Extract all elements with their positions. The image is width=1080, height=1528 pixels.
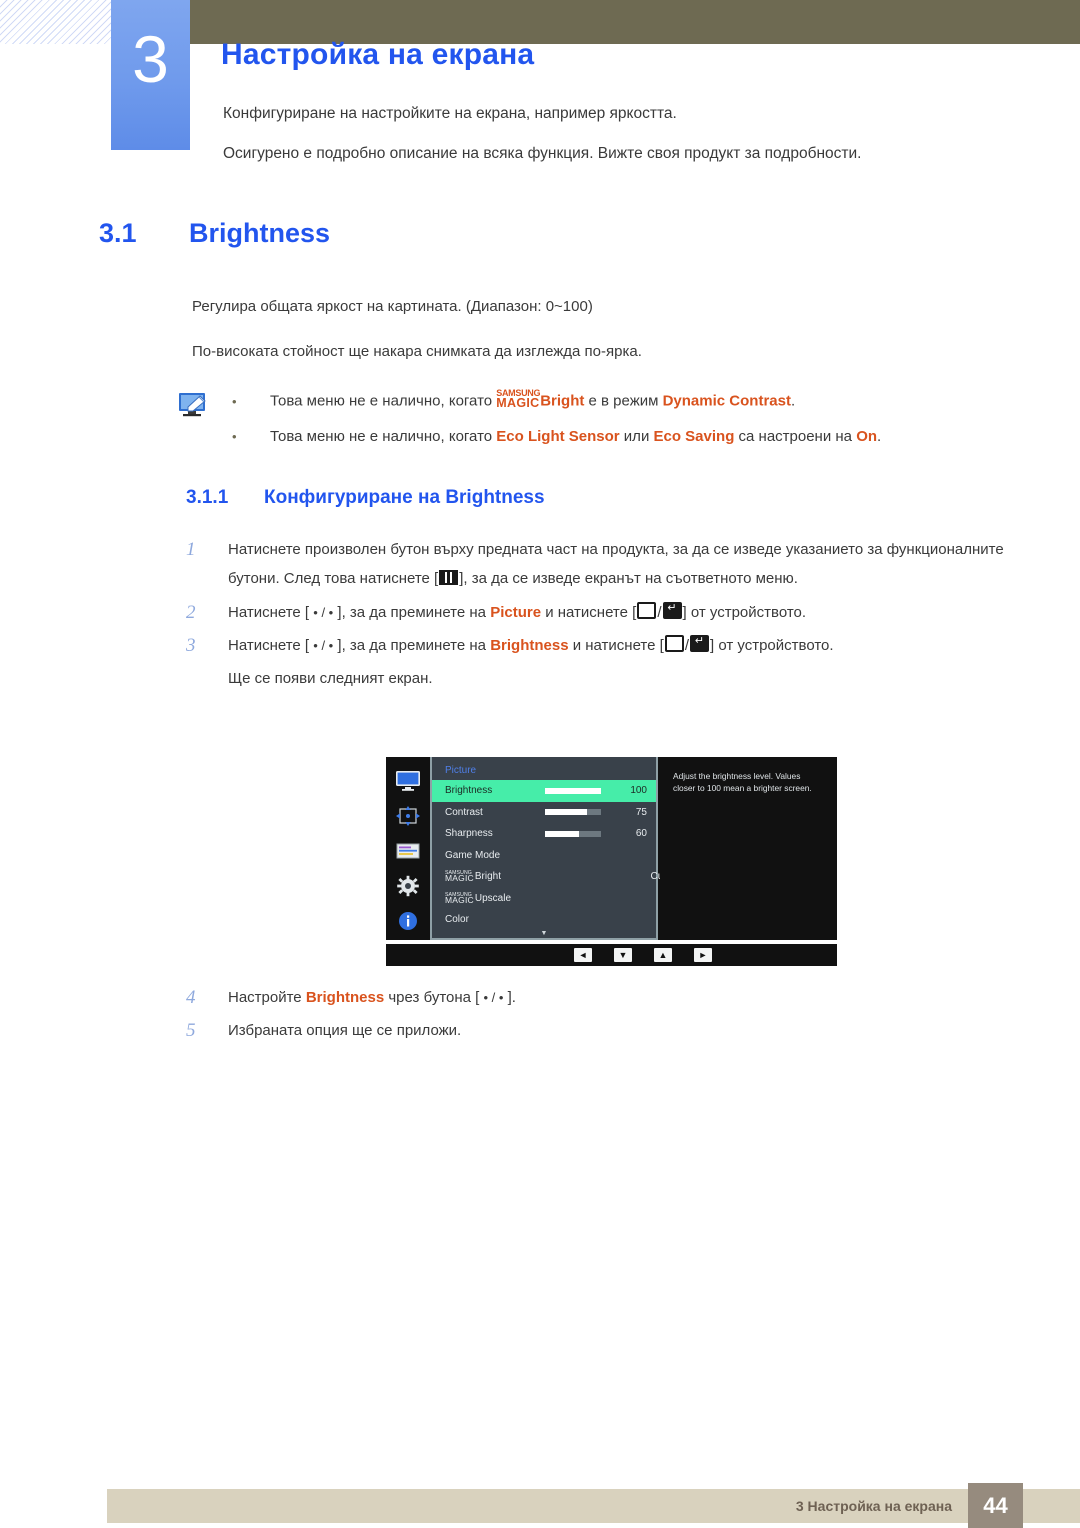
osd-menu-title: Picture: [445, 765, 477, 776]
step-text: Натиснете [ • / • ], за да преминете на …: [228, 598, 806, 627]
osd-nav-buttons: ◄ ▼ ▲ ►: [574, 948, 712, 962]
osd-nav-right-button[interactable]: ►: [694, 948, 712, 962]
osd-row-label: Color: [445, 914, 469, 926]
note-bullet-item: • Това меню не е налично, когато Eco Lig…: [232, 426, 1022, 448]
bullet-marker: •: [232, 429, 237, 445]
osd-row-value: 60: [635, 828, 647, 840]
section-heading: 3.1 Brightness: [99, 218, 330, 249]
gear-icon[interactable]: [395, 875, 421, 901]
updown-dot-keys: • / •: [313, 604, 334, 620]
bullet-marker: •: [232, 393, 237, 409]
step-number: 5: [186, 1020, 196, 1042]
updown-dot-keys: • / •: [483, 990, 504, 1005]
chapter-title: Настройка на екрана: [221, 38, 535, 71]
samsung-magic-logo: SAMSUNG MAGIC: [496, 388, 541, 410]
note-bullet-list: • Това меню не е налично, когато SAMSUNG…: [232, 388, 1022, 462]
step-text: Натиснете произволен бутон върху преднат…: [228, 541, 1004, 588]
osd-row-label: SAMSUNG MAGIC Upscale: [445, 891, 545, 905]
list-lines-icon[interactable]: [395, 840, 421, 866]
slider-fill: [545, 787, 601, 794]
step-item: 3 Натиснете [ • / • ], за да преминете н…: [186, 631, 1026, 660]
note-bullet-text: Това меню не е налично, когато Eco Light…: [270, 428, 882, 446]
info-icon[interactable]: [395, 910, 421, 936]
section-number: 3.1: [99, 218, 137, 248]
back-key-icon: [664, 634, 684, 652]
decorative-hatch-pattern: [0, 0, 112, 44]
step-text: Избраната опция ще се приложи.: [228, 1022, 462, 1040]
osd-row-value: 75: [635, 806, 647, 818]
step-item: 1 Натиснете произволен бутон върху предн…: [186, 535, 1026, 594]
section-title: Brightness: [189, 218, 331, 248]
osd-row-label: Game Mode: [445, 849, 501, 861]
step-number: 3: [186, 634, 196, 656]
osd-slider[interactable]: [545, 830, 601, 837]
steps-list: 1 Натиснете произволен бутон върху предн…: [186, 535, 1026, 694]
subsection-number: 3.1.1: [186, 487, 229, 508]
note-bullet-item: • Това меню не е налично, когато SAMSUNG…: [232, 388, 1022, 412]
osd-row-value: 100: [630, 785, 647, 797]
osd-description-panel: Adjust the brightness level. Values clos…: [660, 757, 837, 940]
step-number: 1: [186, 539, 196, 560]
section-paragraph-1: Регулира общата яркост на картината. (Ди…: [192, 298, 593, 315]
osd-row-magic-bright[interactable]: SAMSUNG MAGIC Bright Custom: [432, 866, 685, 888]
osd-row-label: SAMSUNG MAGIC Bright: [445, 870, 545, 884]
osd-nav-left-button[interactable]: ◄: [574, 948, 592, 962]
section-paragraph-2: По-високата стойност ще накара снимката …: [192, 343, 642, 360]
osd-row-contrast[interactable]: Contrast 75: [432, 802, 656, 824]
step-text: Настройте Brightness чрез бутона [ • / •…: [228, 989, 516, 1006]
osd-icon-sidebar: [386, 757, 430, 940]
chapter-lead-line-1: Конфигуриране на настройките на екрана, …: [223, 105, 677, 122]
osd-screenshot: Picture Brightness 100 Contrast 75 Sharp…: [386, 757, 837, 973]
osd-nav-up-button[interactable]: ▲: [654, 948, 672, 962]
note-monitor-pen-icon: [178, 392, 208, 418]
osd-row-brightness[interactable]: Brightness 100: [432, 780, 656, 802]
osd-body: Picture Brightness 100 Contrast 75 Sharp…: [386, 757, 837, 940]
osd-row-label: Sharpness: [445, 828, 493, 840]
osd-row-label-suffix: Bright: [474, 871, 501, 883]
osd-menu-panel: Picture Brightness 100 Contrast 75 Sharp…: [430, 757, 685, 940]
step-item: 4 Настройте Brightness чрез бутона [ • /…: [186, 983, 1026, 1012]
footer-chapter-label: 3 Настройка на екрана: [795, 1498, 952, 1514]
subsection-heading: 3.1.1 Конфигуриране на Brightness: [186, 487, 545, 509]
osd-slider[interactable]: [545, 787, 601, 794]
note-bullet-text: Това меню не е налично, когато SAMSUNG MA…: [270, 388, 796, 410]
samsung-magic-logo: SAMSUNG MAGIC: [445, 870, 474, 884]
back-key-icon: [637, 601, 657, 619]
step-item: 5 Избраната опция ще се приложи.: [186, 1016, 1026, 1045]
osd-nav-down-button[interactable]: ▼: [614, 948, 632, 962]
samsung-magic-logo: SAMSUNG MAGIC: [445, 891, 474, 905]
step-number: 2: [186, 601, 196, 623]
step-sub-text: Ще се появи следният екран.: [228, 670, 433, 688]
step-item: 2 Натиснете [ • / • ], за да преминете н…: [186, 598, 1026, 627]
osd-scroll-down-indicator[interactable]: ▼: [432, 930, 656, 937]
osd-row-label-suffix: Upscale: [474, 892, 512, 904]
osd-row-label: Brightness: [445, 785, 493, 797]
osd-slider[interactable]: [545, 809, 601, 816]
move-arrows-icon[interactable]: [395, 805, 421, 831]
osd-row-game-mode[interactable]: Game Mode Off: [432, 845, 685, 867]
footer-page-number: 44: [968, 1483, 1023, 1528]
osd-row-label: Contrast: [445, 806, 483, 818]
osd-row-color[interactable]: Color ►: [432, 909, 685, 931]
enter-key-icon: [662, 601, 682, 619]
menu-key-icon: [439, 570, 459, 586]
osd-row-magic-upscale[interactable]: SAMSUNG MAGIC Upscale Off: [432, 888, 685, 910]
enter-key-icon: [690, 634, 709, 652]
updown-dot-keys: • / •: [313, 637, 334, 653]
chapter-number: 3: [132, 22, 169, 96]
step-number: 4: [186, 987, 196, 1008]
step-text: Натиснете [ • / • ], за да преминете на …: [228, 631, 834, 660]
chapter-lead-line-2: Осигурено е подробно описание на всяка ф…: [223, 145, 862, 162]
subsection-title: Конфигуриране на Brightness: [264, 487, 545, 508]
monitor-icon[interactable]: [395, 770, 421, 796]
osd-row-sharpness[interactable]: Sharpness 60: [432, 823, 656, 845]
slider-fill: [545, 830, 579, 837]
steps-list-tail: 4 Настройте Brightness чрез бутона [ • /…: [186, 983, 1026, 1050]
slider-fill: [545, 809, 587, 816]
